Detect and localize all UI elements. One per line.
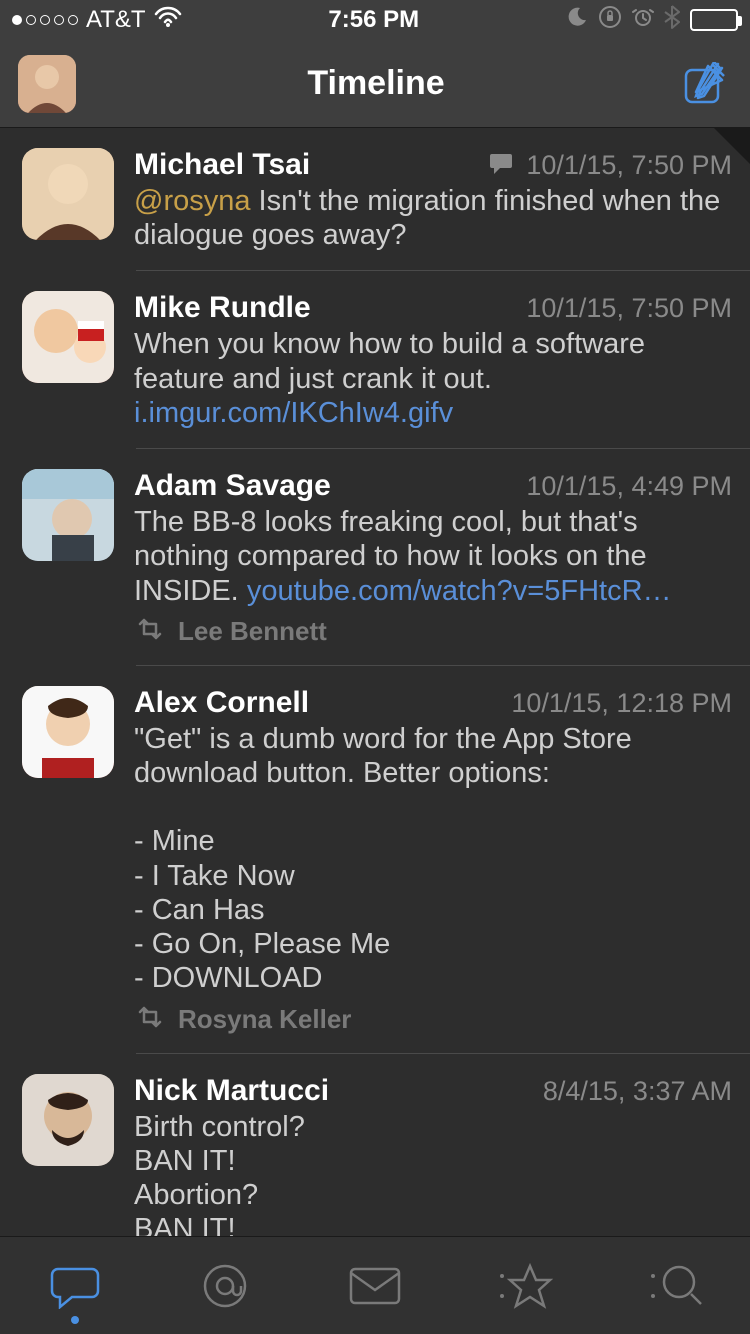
tweet-text: When you know how to build a software fe… (134, 327, 732, 430)
envelope-icon (348, 1266, 402, 1306)
retweet-icon (134, 616, 166, 647)
retweet-info: Lee Bennett (134, 616, 732, 647)
nav-bar: Timeline (0, 40, 750, 128)
tab-mentions[interactable] (150, 1237, 300, 1334)
author-name: Adam Savage (134, 469, 331, 503)
battery-icon (690, 9, 738, 31)
avatar[interactable] (22, 148, 114, 240)
timestamp: 10/1/15, 7:50 PM (526, 293, 732, 324)
signal-strength-icon (12, 15, 78, 25)
timestamp: 10/1/15, 7:50 PM (488, 150, 732, 181)
alarm-icon (632, 6, 654, 35)
tab-bar (0, 1236, 750, 1334)
timestamp: 10/1/15, 12:18 PM (511, 688, 732, 719)
rotation-lock-icon (598, 5, 622, 36)
tab-favorites[interactable] (450, 1237, 600, 1334)
retweeter-name: Rosyna Keller (178, 1004, 351, 1035)
timeline-feed[interactable]: Michael Tsai 10/1/15, 7:50 PM @rosyna Is… (0, 128, 750, 1236)
timestamp: 8/4/15, 3:37 AM (543, 1076, 732, 1107)
search-icon (647, 1262, 703, 1310)
retweeter-name: Lee Bennett (178, 616, 327, 647)
tweet-text: "Get" is a dumb word for the App Store d… (134, 722, 732, 996)
tweet-text: Birth control? BAN IT! Abortion? BAN IT!… (134, 1110, 732, 1237)
status-bar: AT&T 7:56 PM (0, 0, 750, 40)
tweet-item[interactable]: Alex Cornell 10/1/15, 12:18 PM "Get" is … (0, 666, 750, 1053)
avatar[interactable] (22, 686, 114, 778)
tweet-item[interactable]: Adam Savage 10/1/15, 4:49 PM The BB-8 lo… (0, 449, 750, 665)
author-name: Alex Cornell (134, 686, 309, 720)
retweet-icon (134, 1004, 166, 1035)
tweet-item[interactable]: Mike Rundle 10/1/15, 7:50 PM When you kn… (0, 271, 750, 448)
tweet-item[interactable]: Michael Tsai 10/1/15, 7:50 PM @rosyna Is… (0, 128, 750, 270)
thread-fold-icon (714, 128, 750, 164)
page-title: Timeline (307, 64, 444, 103)
status-right (566, 5, 738, 36)
avatar[interactable] (22, 291, 114, 383)
carrier-label: AT&T (86, 6, 146, 34)
link[interactable]: i.imgur.com/IKChIw4.gifv (134, 397, 453, 429)
wifi-icon (154, 6, 182, 35)
unread-dot-icon (71, 1316, 79, 1324)
avatar[interactable] (22, 1074, 114, 1166)
timestamp: 10/1/15, 4:49 PM (526, 471, 732, 502)
profile-avatar[interactable] (18, 55, 76, 113)
avatar[interactable] (22, 469, 114, 561)
moon-icon (566, 6, 588, 35)
tab-messages[interactable] (300, 1237, 450, 1334)
status-time: 7:56 PM (328, 6, 419, 34)
bluetooth-icon (664, 5, 680, 36)
link[interactable]: youtube.com/watch?v=5FHtcR… (247, 575, 672, 607)
tweet-text: The BB-8 looks freaking cool, but that's… (134, 505, 732, 608)
mention[interactable]: @rosyna (134, 185, 250, 217)
reply-icon (488, 150, 514, 181)
compose-button[interactable] (676, 56, 732, 112)
tweet-item[interactable]: Nick Martucci 8/4/15, 3:37 AM Birth cont… (0, 1054, 750, 1237)
tab-search[interactable] (600, 1237, 750, 1334)
star-icon (496, 1262, 554, 1310)
at-sign-icon (200, 1261, 250, 1311)
speech-bubble-icon (50, 1263, 100, 1309)
retweet-info: Rosyna Keller (134, 1004, 732, 1035)
tweet-text: @rosyna Isn't the migration finished whe… (134, 184, 732, 252)
author-name: Nick Martucci (134, 1074, 329, 1108)
status-left: AT&T (12, 6, 182, 35)
author-name: Michael Tsai (134, 148, 310, 182)
author-name: Mike Rundle (134, 291, 311, 325)
tab-timeline[interactable] (0, 1237, 150, 1334)
